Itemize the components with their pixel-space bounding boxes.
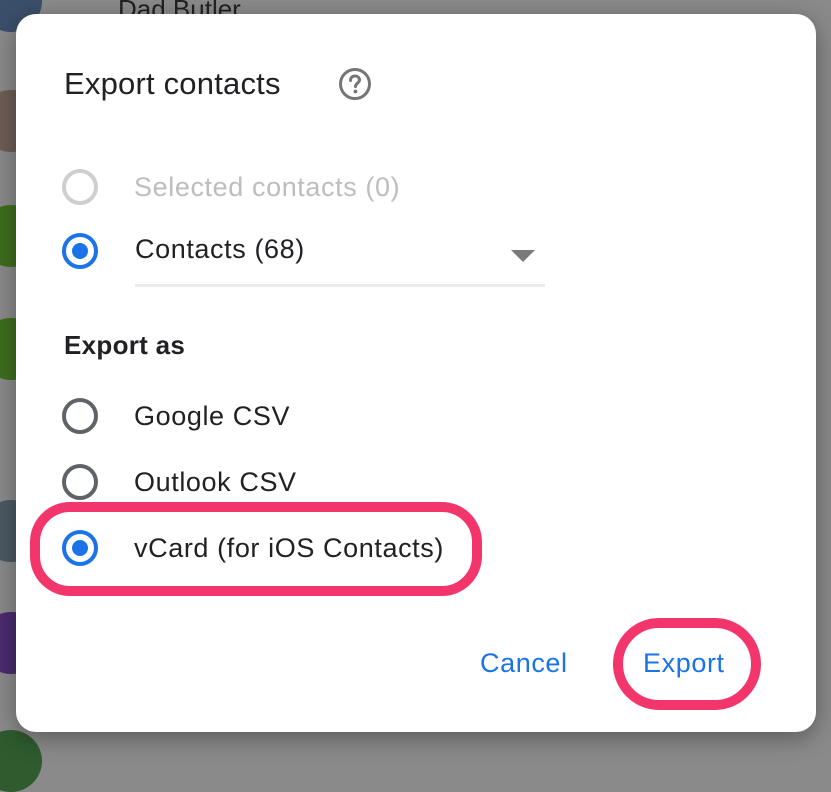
contact-avatar — [0, 730, 42, 792]
radio-contacts[interactable] — [62, 229, 98, 273]
option-label: Google CSV — [134, 400, 291, 431]
export-as-heading: Export as — [64, 330, 186, 360]
help-circle-icon[interactable] — [338, 67, 372, 101]
export-contacts-dialog: Export contacts Selected contacts (0) Co… — [16, 14, 816, 732]
export-highlight-annotation — [613, 618, 761, 710]
dropdown-arrow-icon — [511, 250, 535, 262]
radio-selected-contacts: Selected contacts (0) — [62, 165, 400, 209]
radio-button — [62, 169, 98, 205]
cancel-button[interactable]: Cancel — [480, 648, 568, 679]
radio-google-csv[interactable]: Google CSV — [62, 394, 290, 438]
radio-button[interactable] — [62, 398, 98, 434]
dialog-title: Export contacts — [64, 66, 281, 101]
select-value: Contacts (68) — [135, 234, 305, 264]
radio-button[interactable] — [62, 233, 98, 269]
radio-outlook-csv[interactable]: Outlook CSV — [62, 460, 297, 504]
contacts-group-select[interactable]: Contacts (68) — [135, 228, 545, 287]
radio-button[interactable] — [62, 464, 98, 500]
option-label: Selected contacts (0) — [134, 171, 401, 202]
option-label: Outlook CSV — [134, 466, 297, 497]
vcard-highlight-annotation — [30, 502, 482, 596]
